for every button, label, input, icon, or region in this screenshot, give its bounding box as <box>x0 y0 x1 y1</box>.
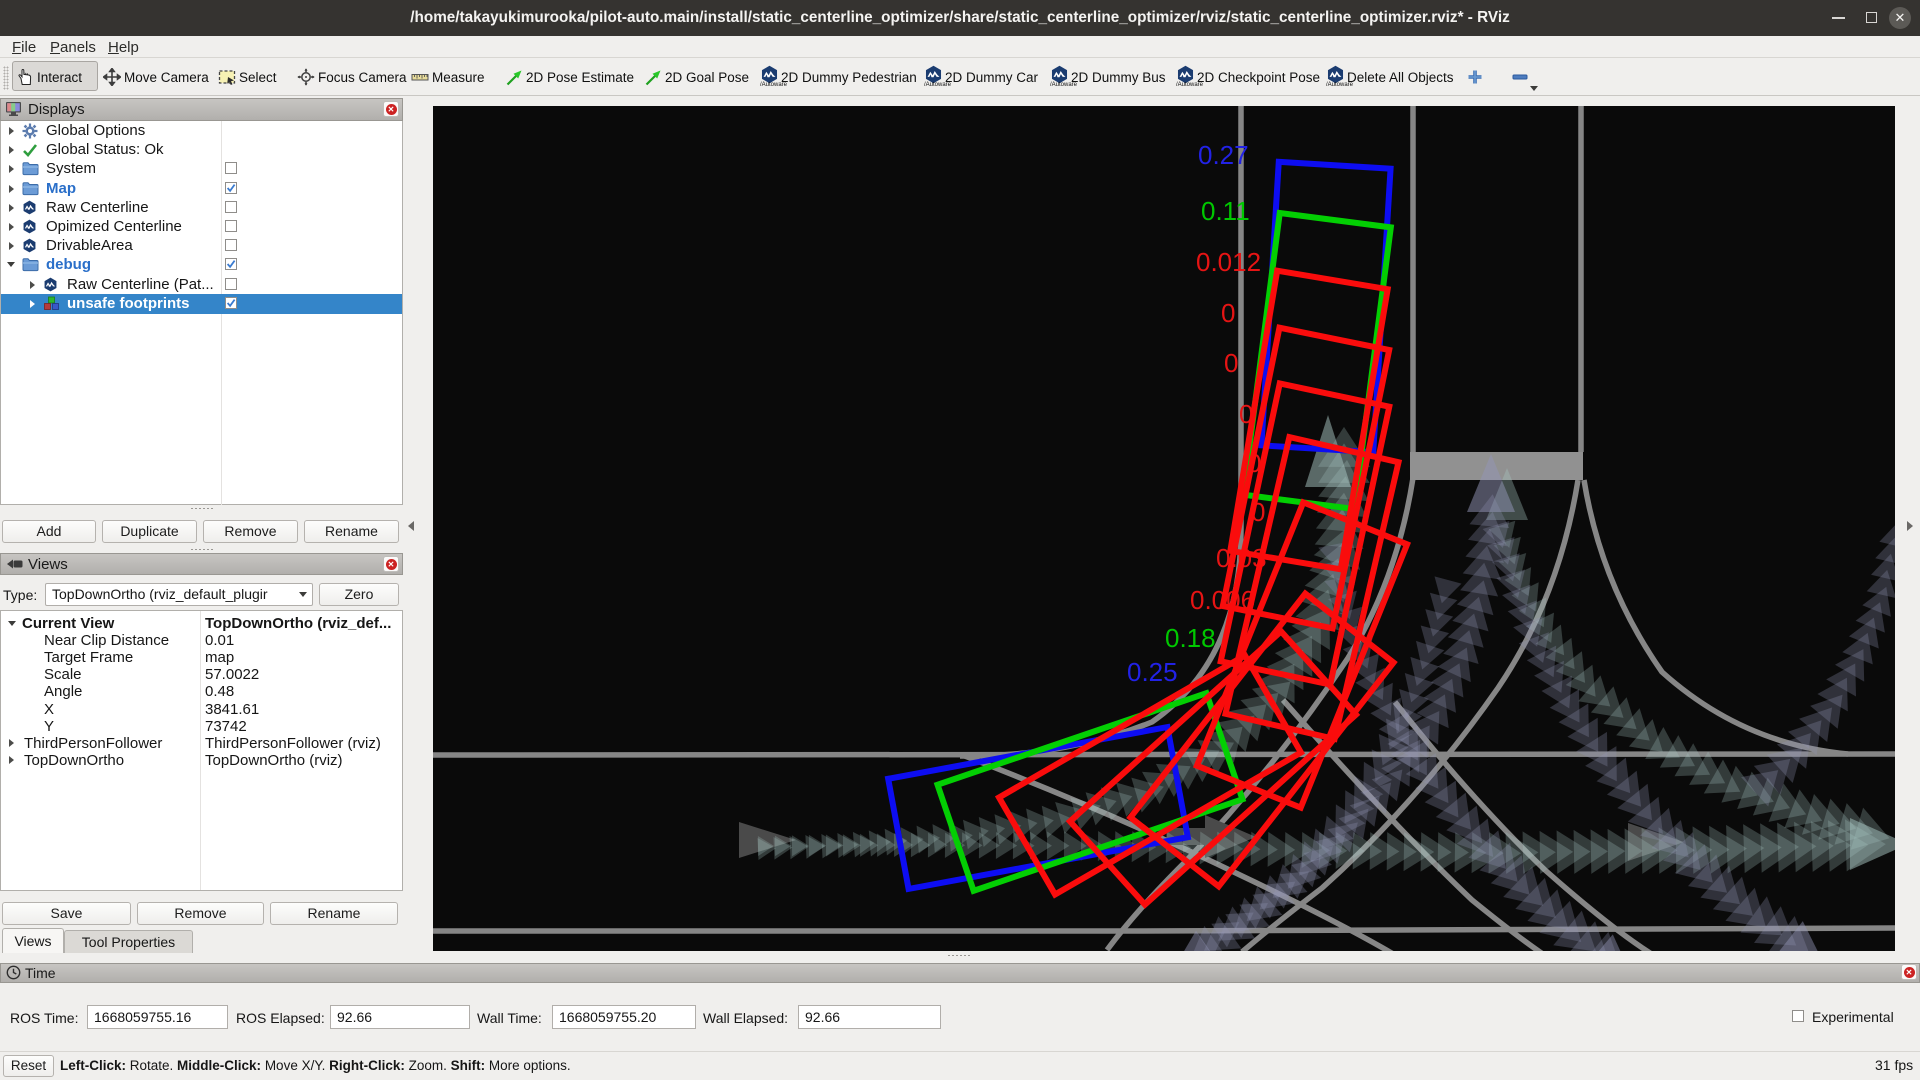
svg-text:0.25: 0.25 <box>1127 657 1178 687</box>
svg-text:0.18: 0.18 <box>1165 623 1216 653</box>
svg-text:0: 0 <box>1224 348 1238 378</box>
svg-text:0: 0 <box>1221 298 1235 328</box>
svg-text:0.27: 0.27 <box>1198 140 1249 170</box>
svg-text:0.012: 0.012 <box>1196 247 1261 277</box>
svg-text:0.11: 0.11 <box>1201 196 1250 226</box>
